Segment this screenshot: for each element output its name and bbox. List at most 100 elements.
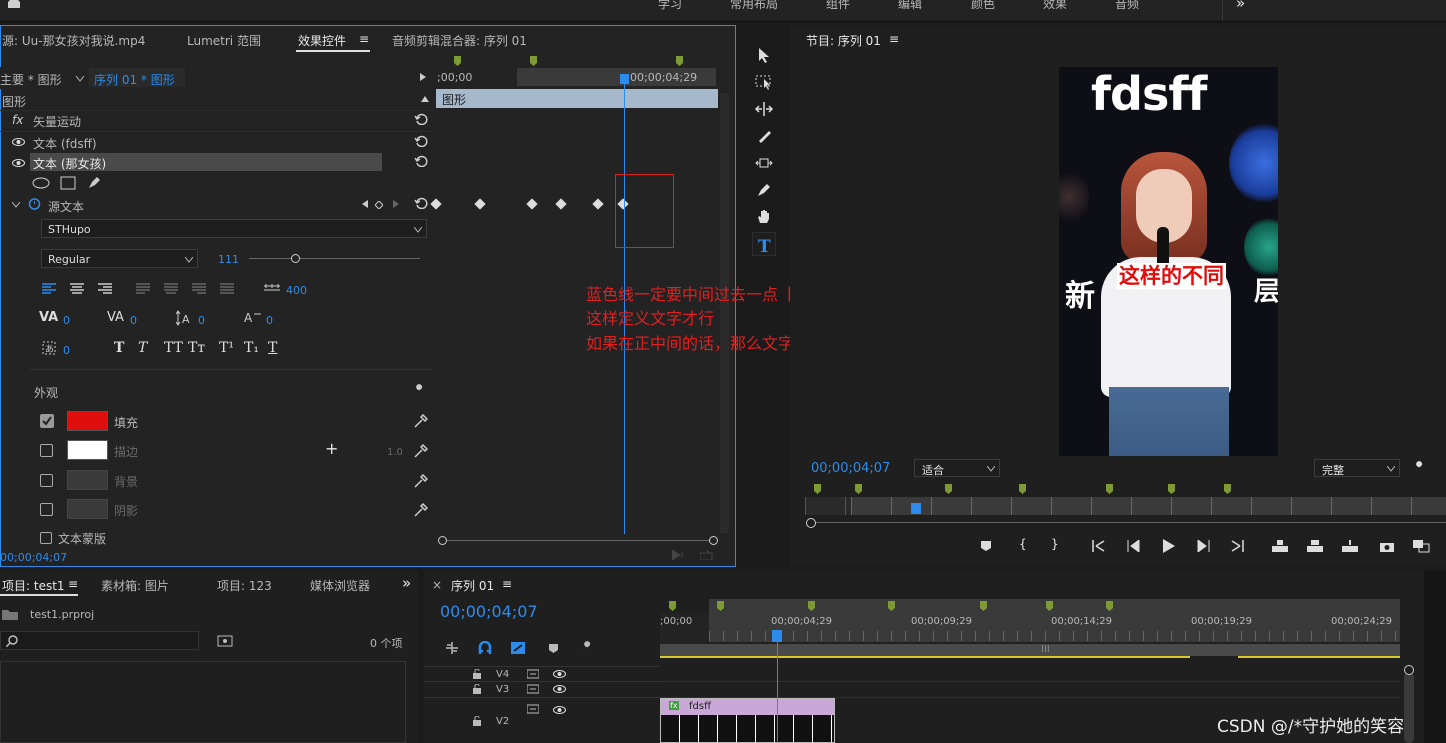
stroke-width-value[interactable]: 1.0 xyxy=(387,447,403,458)
menu-more-button[interactable]: » xyxy=(1236,0,1245,12)
fit-dropdown[interactable]: 适合 xyxy=(914,459,1000,477)
program-video-frame[interactable]: fdsff 新 这样的不同 层 xyxy=(1059,67,1278,456)
tab-source[interactable]: 源: Uu-那女孩对我说.mp4 xyxy=(2,32,145,49)
ec-scrollbar[interactable] xyxy=(720,93,729,533)
reset-icon[interactable] xyxy=(414,155,428,167)
go-to-in-icon[interactable] xyxy=(1092,540,1106,552)
tab-bin-images[interactable]: 素材箱: 图片 xyxy=(101,577,169,594)
eyedropper-icon[interactable] xyxy=(414,503,428,517)
sync-lock-icon[interactable] xyxy=(527,669,539,679)
track-label-v2[interactable]: V2 xyxy=(496,716,509,727)
menu-audio[interactable]: 音频 xyxy=(1115,0,1139,12)
zoom-handle-left[interactable] xyxy=(438,536,447,545)
timeline-scroll-bar[interactable] xyxy=(660,644,1400,656)
tab-lumetri[interactable]: Lumetri 范围 xyxy=(187,32,261,49)
all-caps-button[interactable]: TT xyxy=(164,340,183,356)
sync-lock-icon[interactable] xyxy=(527,684,539,694)
rectangle-mask-icon[interactable] xyxy=(60,176,76,190)
settings-wrench-icon[interactable] xyxy=(1412,461,1426,475)
font-style-dropdown[interactable]: Regular xyxy=(41,249,198,268)
expand-chevron-icon[interactable] xyxy=(12,202,20,208)
mark-out-icon[interactable]: } xyxy=(1051,537,1059,551)
zoom-handle-left[interactable] xyxy=(806,518,816,528)
razor-tool-icon[interactable] xyxy=(756,128,772,144)
tab-project-123[interactable]: 项目: 123 xyxy=(217,577,272,594)
zoom-handle-right[interactable] xyxy=(709,536,718,545)
timeline-playhead-line[interactable] xyxy=(777,642,778,743)
new-bin-icon[interactable] xyxy=(217,635,233,647)
kerning-value[interactable]: 0 xyxy=(63,314,70,327)
program-zoom-bar[interactable] xyxy=(811,522,1446,523)
menu-color[interactable]: 颜色 xyxy=(971,0,995,12)
font-size-value[interactable]: 111 xyxy=(218,253,239,266)
eye-icon[interactable] xyxy=(12,138,25,146)
camera-icon[interactable] xyxy=(1379,540,1395,552)
insert-icon[interactable] xyxy=(1341,539,1359,553)
justify-left-icon[interactable] xyxy=(135,282,151,296)
leading-value[interactable]: 0 xyxy=(198,314,205,327)
program-menu-icon[interactable]: ≡ xyxy=(889,32,899,46)
background-color-swatch[interactable] xyxy=(67,470,108,490)
add-keyframe-icon[interactable] xyxy=(375,201,383,209)
eyedropper-icon[interactable] xyxy=(414,414,428,428)
next-keyframe-icon[interactable] xyxy=(393,200,399,208)
small-caps-button[interactable]: Tт xyxy=(188,340,205,356)
timeline-settings-wrench-icon[interactable] xyxy=(580,641,594,655)
program-playhead[interactable] xyxy=(911,503,921,514)
align-center-icon[interactable] xyxy=(69,282,85,296)
align-right-icon[interactable] xyxy=(97,282,113,296)
text-layer-nvhai[interactable]: 文本 (那女孩) xyxy=(33,155,106,172)
timeline-menu-icon[interactable]: ≡ xyxy=(502,577,512,591)
type-tool-button[interactable]: T xyxy=(752,232,776,257)
collapse-up-icon[interactable] xyxy=(421,96,429,102)
step-forward-icon[interactable] xyxy=(1197,540,1211,552)
pen-mask-icon[interactable] xyxy=(87,176,101,190)
justify-all-icon[interactable] xyxy=(219,282,235,296)
ec-clip-bar[interactable]: 图形 xyxy=(436,89,718,108)
sequence-clip-link[interactable]: 序列 01 * 图形 xyxy=(94,71,175,88)
eye-icon[interactable] xyxy=(12,159,25,167)
project-more-button[interactable]: » xyxy=(402,574,411,592)
menu-effects[interactable]: 效果 xyxy=(1043,0,1067,12)
reset-icon[interactable] xyxy=(414,197,428,209)
lift-icon[interactable] xyxy=(1271,539,1289,553)
program-timecode[interactable]: 00;00;04;07 xyxy=(811,461,890,476)
track-select-tool-icon[interactable] xyxy=(755,74,773,90)
reset-icon[interactable] xyxy=(414,135,428,147)
step-back-icon[interactable] xyxy=(1127,540,1141,552)
shadow-color-swatch[interactable] xyxy=(67,499,108,519)
tab-project-test1[interactable]: 项目: test1 xyxy=(2,577,65,594)
program-monitor-title[interactable]: 节目: 序列 01 xyxy=(806,32,881,49)
timeline-zoom-handle[interactable] xyxy=(1404,665,1414,675)
shadow-checkbox[interactable] xyxy=(40,503,53,516)
faux-bold-button[interactable]: T xyxy=(114,340,124,356)
timeline-clip-fdsff[interactable]: fx fdsff xyxy=(660,698,835,743)
eye-icon[interactable] xyxy=(553,685,566,693)
ripple-edit-tool-icon[interactable] xyxy=(755,101,773,117)
tab-media-browser[interactable]: 媒体浏览器 xyxy=(310,577,370,594)
home-icon[interactable] xyxy=(6,0,22,8)
align-left-icon[interactable] xyxy=(41,282,57,296)
project-tab-menu[interactable]: ≡ xyxy=(68,577,78,591)
tab-effect-controls[interactable]: 效果控件 xyxy=(298,32,346,49)
eyedropper-icon[interactable] xyxy=(414,474,428,488)
comparison-view-icon[interactable] xyxy=(1412,539,1430,553)
timeline-timecode[interactable]: 00;00;04;07 xyxy=(440,602,538,621)
timeline-close-icon[interactable]: × xyxy=(432,578,442,592)
play-audio-icon[interactable] xyxy=(672,550,686,560)
chevron-down-icon[interactable] xyxy=(76,76,84,82)
export-icon[interactable] xyxy=(700,550,714,560)
tab-audio-mixer[interactable]: 音频剪辑混合器: 序列 01 xyxy=(392,32,527,49)
baseline-value[interactable]: 0 xyxy=(266,314,273,327)
fill-color-swatch[interactable] xyxy=(67,411,108,431)
fill-checkbox[interactable] xyxy=(40,414,54,428)
tracking-value[interactable]: 0 xyxy=(130,314,137,327)
tab-menu-icon[interactable]: ≡ xyxy=(359,32,369,46)
track-label-v3[interactable]: V3 xyxy=(496,684,509,695)
justify-center-icon[interactable] xyxy=(163,282,179,296)
play-triangle-icon[interactable] xyxy=(420,73,426,81)
underline-button[interactable]: T xyxy=(268,340,277,356)
project-search-input[interactable] xyxy=(0,631,199,650)
ec-zoom-bar[interactable] xyxy=(443,540,714,541)
prev-keyframe-icon[interactable] xyxy=(362,200,368,208)
